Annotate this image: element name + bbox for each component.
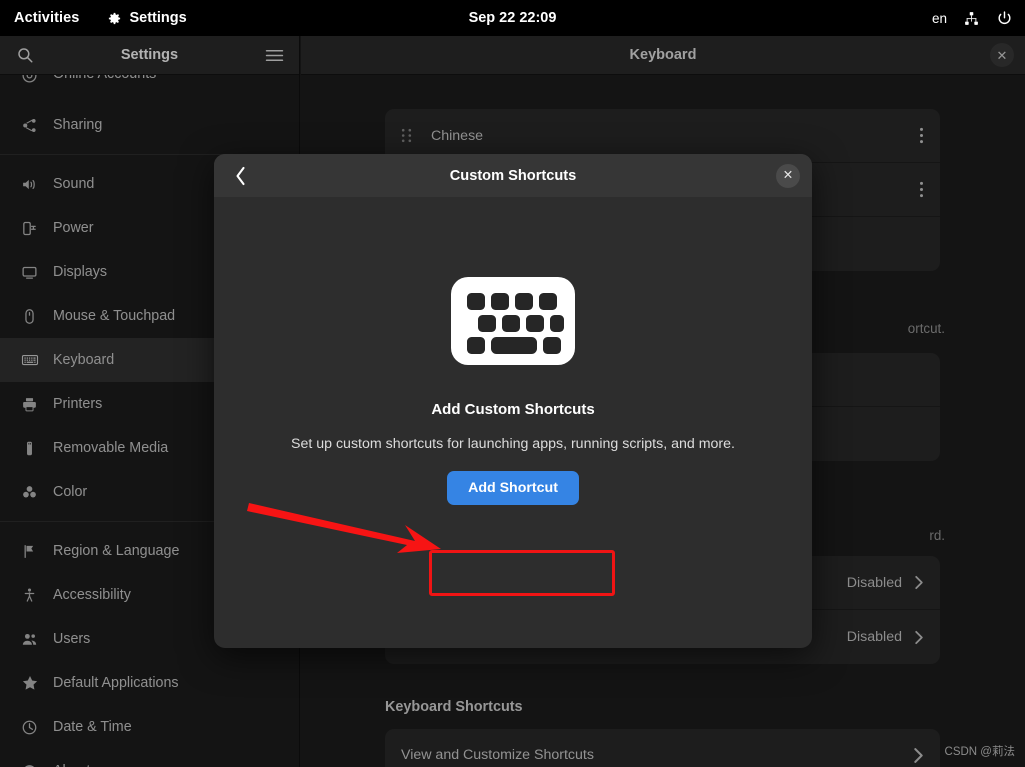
screen-root: Activities Settings Sep 22 22:09 en Sett… <box>0 0 1025 767</box>
dialog-body: Add Custom Shortcuts Set up custom short… <box>214 197 812 648</box>
keyboard-illustration-icon <box>451 277 575 365</box>
keyboard-layout-indicator[interactable]: en <box>932 11 947 26</box>
app-menu-button[interactable]: Settings <box>107 10 187 26</box>
dialog-description: Set up custom shortcuts for launching ap… <box>291 436 735 452</box>
dialog-header: Custom Shortcuts ✕ <box>214 154 812 197</box>
activities-button[interactable]: Activities <box>14 10 79 26</box>
dialog-heading: Add Custom Shortcuts <box>431 401 595 418</box>
gear-icon <box>107 11 122 26</box>
watermark-label: CSDN @莉法 <box>944 746 1015 758</box>
dialog-action-area: Add Shortcut <box>214 452 812 505</box>
chevron-left-icon[interactable] <box>228 164 252 188</box>
close-icon[interactable]: ✕ <box>776 163 800 188</box>
system-status-area[interactable]: en <box>932 10 1013 27</box>
settings-window: Settings Online Accounts <box>0 36 1025 767</box>
custom-shortcuts-dialog: Custom Shortcuts ✕ Add Custom Shortcuts … <box>214 154 812 648</box>
wired-network-icon[interactable] <box>963 10 980 27</box>
dialog-title: Custom Shortcuts <box>449 167 577 184</box>
power-icon[interactable] <box>996 10 1013 27</box>
add-shortcut-button[interactable]: Add Shortcut <box>447 471 579 505</box>
app-menu-label: Settings <box>129 10 187 26</box>
gnome-top-bar: Activities Settings Sep 22 22:09 en <box>0 0 1025 36</box>
